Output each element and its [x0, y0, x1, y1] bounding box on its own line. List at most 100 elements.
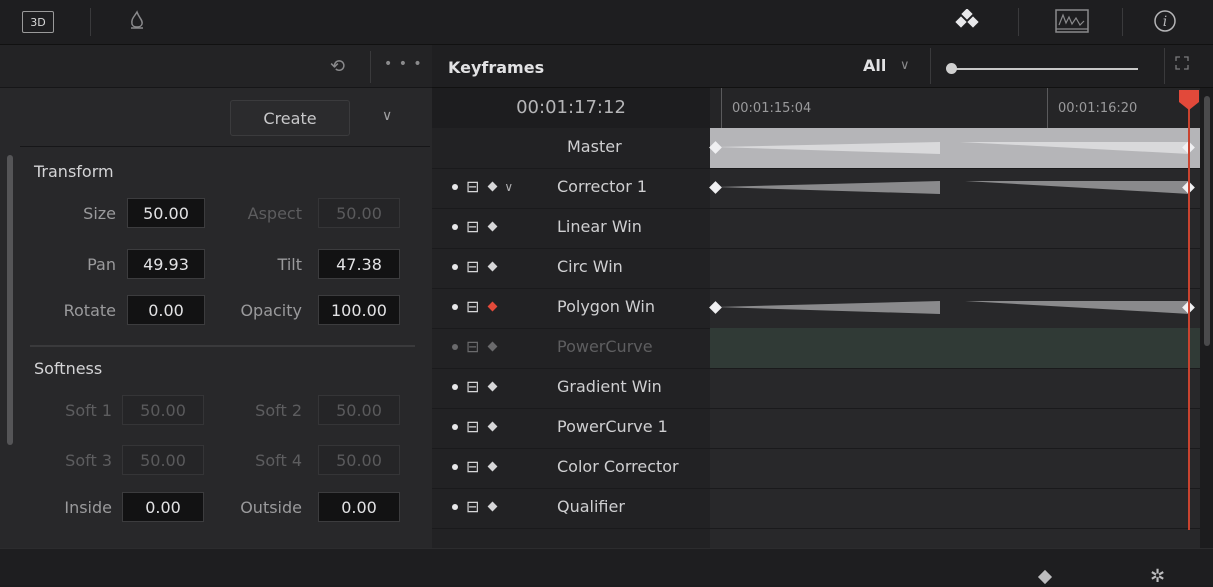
scope-icon[interactable] — [1052, 8, 1092, 34]
expand-icon[interactable] — [1174, 55, 1190, 74]
track-controls: ⊟ — [452, 217, 498, 236]
current-timecode: 00:01:17:12 — [516, 97, 626, 118]
toolbar-separator — [1122, 8, 1123, 36]
visibility-icon[interactable] — [452, 263, 458, 270]
timeline-scrollbar[interactable] — [1202, 88, 1212, 548]
scrollbar-thumb[interactable] — [1204, 96, 1210, 346]
interpolation-bar — [716, 142, 940, 154]
visibility-icon[interactable] — [452, 303, 458, 310]
soft3-label: Soft 3 — [65, 451, 112, 470]
keyframe-icon[interactable] — [487, 421, 498, 432]
keyframe-curves — [716, 142, 1190, 314]
interpolation-bar — [960, 142, 1190, 154]
keyframe-icon[interactable] — [487, 221, 498, 232]
pan-label: Pan — [87, 255, 116, 274]
keyframe-icon[interactable] — [487, 461, 498, 472]
keyframe-icon[interactable] — [487, 301, 498, 312]
visibility-icon[interactable] — [452, 383, 458, 390]
visibility-icon[interactable] — [452, 183, 458, 190]
panel-header — [0, 45, 432, 88]
tilt-field[interactable]: 47.38 — [318, 249, 400, 279]
track-name: Linear Win — [557, 217, 642, 236]
flame-icon[interactable] — [122, 8, 152, 34]
outside-field[interactable]: 0.00 — [318, 492, 400, 522]
soft4-field[interactable]: 50.00 — [318, 445, 400, 475]
3d-button[interactable]: 3D — [22, 11, 54, 33]
track-row[interactable]: ⊟ Color Corrector — [432, 448, 1200, 489]
rotate-field[interactable]: 0.00 — [127, 295, 205, 325]
soft4-label: Soft 4 — [255, 451, 302, 470]
tilt-label: Tilt — [277, 255, 302, 274]
filter-dropdown[interactable]: All — [863, 56, 886, 75]
lock-icon[interactable]: ⊟ — [466, 337, 479, 356]
opacity-field[interactable]: 100.00 — [318, 295, 400, 325]
visibility-icon[interactable] — [452, 463, 458, 470]
soft1-label: Soft 1 — [65, 401, 112, 420]
pan-field[interactable]: 49.93 — [127, 249, 205, 279]
visibility-icon[interactable] — [452, 423, 458, 430]
soft1-field[interactable]: 50.00 — [122, 395, 204, 425]
track-row[interactable]: ⊟ Gradient Win — [432, 368, 1200, 409]
track-name: Master — [567, 137, 622, 156]
zoom-slider[interactable] — [952, 68, 1138, 70]
lock-icon[interactable]: ⊟ — [466, 417, 479, 436]
track-row[interactable]: ⊟ PowerCurve — [432, 328, 1200, 369]
track-name: Gradient Win — [557, 377, 662, 396]
track-name: Corrector 1 — [557, 177, 648, 196]
lock-icon[interactable]: ⊟ — [466, 497, 479, 516]
track-controls: ⊟ — [452, 497, 498, 516]
more-options-icon[interactable]: • • • — [384, 56, 423, 72]
visibility-icon[interactable] — [452, 503, 458, 510]
ruler-label: 00:01:16:20 — [1058, 101, 1138, 116]
track-controls: ⊟ — [452, 457, 498, 476]
lock-icon[interactable]: ⊟ — [466, 217, 479, 236]
info-icon[interactable]: i — [1150, 8, 1180, 34]
aspect-field[interactable]: 50.00 — [318, 198, 400, 228]
interpolation-bar — [716, 181, 940, 194]
chevron-down-icon[interactable]: ∨ — [900, 58, 910, 73]
zoom-slider-handle[interactable] — [946, 63, 957, 74]
header-separator — [370, 51, 371, 83]
section-divider — [30, 345, 415, 347]
keyframe-icon[interactable] — [487, 381, 498, 392]
inside-field[interactable]: 0.00 — [122, 492, 204, 522]
track-controls: ⊟ — [452, 377, 498, 396]
lock-icon[interactable]: ⊟ — [466, 257, 479, 276]
bottom-toolbar — [0, 548, 1213, 585]
ruler-label: 00:01:15:04 — [732, 101, 812, 116]
lock-icon[interactable]: ⊟ — [466, 297, 479, 316]
lock-icon[interactable]: ⊟ — [466, 457, 479, 476]
soft3-field[interactable]: 50.00 — [122, 445, 204, 475]
track-name: PowerCurve 1 — [557, 417, 668, 436]
header-separator — [930, 48, 931, 84]
create-button[interactable]: Create — [230, 100, 350, 136]
size-field[interactable]: 50.00 — [127, 198, 205, 228]
keyframe-icon[interactable] — [487, 261, 498, 272]
chevron-down-icon[interactable]: ∨ — [382, 108, 392, 124]
track-row[interactable]: ⊟ Qualifier — [432, 488, 1200, 529]
chevron-down-icon[interactable]: ∨ — [504, 180, 513, 194]
keyframe-icon[interactable] — [487, 501, 498, 512]
track-row[interactable]: ⊟ PowerCurve 1 — [432, 408, 1200, 449]
opacity-label: Opacity — [240, 301, 302, 320]
visibility-icon[interactable] — [452, 223, 458, 230]
panel-scrollbar[interactable] — [7, 155, 13, 445]
keyframe-icon[interactable] — [487, 181, 498, 192]
aspect-label: Aspect — [247, 204, 302, 223]
toolbar-separator — [1018, 8, 1019, 36]
soft2-field[interactable]: 50.00 — [318, 395, 400, 425]
lock-icon[interactable]: ⊟ — [466, 377, 479, 396]
divider — [20, 146, 430, 147]
soft2-label: Soft 2 — [255, 401, 302, 420]
reset-icon[interactable]: ⟲ — [330, 56, 345, 77]
keyframe-diamonds-icon[interactable] — [952, 8, 982, 34]
track-controls: ⊟ — [452, 337, 498, 356]
softness-title: Softness — [34, 359, 103, 378]
visibility-icon[interactable] — [452, 343, 458, 350]
selected-track-lane — [710, 328, 1200, 368]
playhead[interactable] — [1188, 90, 1190, 530]
lock-icon[interactable]: ⊟ — [466, 177, 479, 196]
outside-label: Outside — [240, 498, 302, 517]
track-controls: ⊟ — [452, 417, 498, 436]
keyframe-icon[interactable] — [487, 341, 498, 352]
